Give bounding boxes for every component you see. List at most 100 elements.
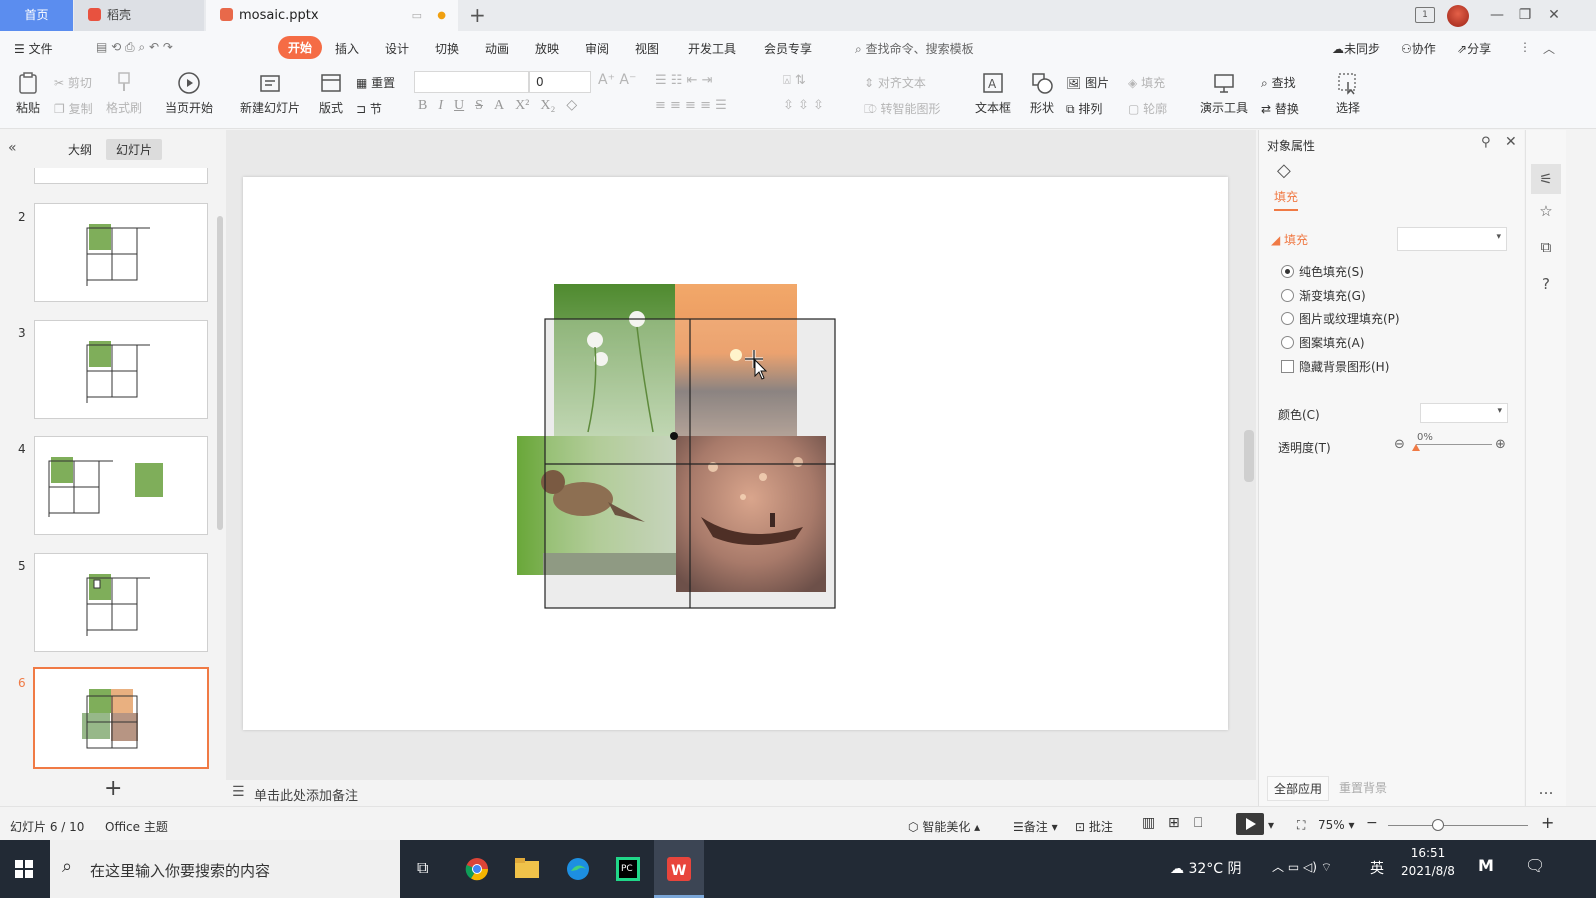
smartart-button[interactable]: ⎄ 转智能图形 (864, 100, 941, 117)
windows-start-icon[interactable] (15, 860, 33, 878)
reset-background-button[interactable]: 重置背景 (1333, 776, 1393, 799)
sync-button[interactable]: ☁未同步 (1332, 40, 1380, 57)
menu-transition[interactable]: 切换 (435, 40, 459, 57)
layout-button[interactable]: 版式 (313, 71, 349, 116)
avatar[interactable] (1447, 5, 1469, 27)
picture-button[interactable]: 🖼 图片 (1066, 74, 1109, 91)
more-dots-icon[interactable]: … (1537, 780, 1555, 798)
menu-start[interactable]: 开始 (278, 36, 323, 59)
picture-fill-option[interactable]: 图片或纹理填充(P) (1281, 310, 1400, 327)
fill-tab-icon[interactable]: ◇ (1277, 160, 1291, 181)
pin-icon[interactable]: ⚲ (1481, 135, 1491, 150)
format-painter-button[interactable]: 格式刷 (104, 71, 144, 116)
view-normal-icon[interactable]: ▥ (1142, 815, 1155, 831)
eraser-icon[interactable]: ◇ (566, 97, 577, 114)
color-picker[interactable]: ▾ (1420, 403, 1508, 423)
transparency-slider-thumb[interactable] (1412, 444, 1420, 451)
clock-date[interactable]: 2021/8/8 (1396, 864, 1460, 878)
ime-indicator[interactable]: 英 (1370, 858, 1384, 878)
share-button[interactable]: ⇗分享 (1457, 40, 1491, 57)
transparency-slider[interactable] (1416, 444, 1492, 445)
fill-button[interactable]: ◈ 填充 (1128, 74, 1165, 91)
menu-slideshow[interactable]: 放映 (535, 40, 559, 57)
slide-thumbnail-5[interactable] (34, 553, 208, 652)
strikethrough-icon[interactable]: S (475, 98, 483, 114)
gradient-fill-option[interactable]: 渐变填充(G) (1281, 287, 1366, 304)
paste-button[interactable]: 粘贴 (10, 71, 46, 116)
transition-icon[interactable]: ⧉ (1537, 238, 1555, 256)
thumbnail-scrollbar[interactable] (217, 216, 223, 530)
collapse-ribbon-icon[interactable]: ︿ (1543, 40, 1555, 57)
slide-thumbnail-4[interactable] (34, 436, 208, 535)
mosaic-composition[interactable] (243, 177, 1228, 730)
fill-type-select[interactable]: ▾ (1397, 227, 1507, 251)
command-search[interactable]: ⌕ 查找命令、搜索模板 (855, 40, 974, 57)
notes-bar[interactable]: ☰ 单击此处添加备注 (226, 780, 1256, 806)
new-slide-button[interactable]: 新建幻灯片 (234, 71, 306, 116)
view-reading-icon[interactable]: ⎕ (1194, 815, 1202, 831)
pycharm-icon[interactable]: PC (603, 840, 653, 898)
transparency-minus-icon[interactable]: ⊖ (1394, 437, 1405, 452)
arrange-button[interactable]: ⧉ 排列 (1066, 100, 1102, 117)
comment-button[interactable]: ⊡ 批注 (1075, 818, 1113, 835)
textbox-button[interactable]: A 文本框 (970, 71, 1016, 116)
daoke-tab[interactable]: 稻壳 (74, 0, 204, 31)
slide-thumbnail-3[interactable] (34, 320, 208, 419)
play-from-current-button[interactable]: 当页开始 (159, 71, 219, 116)
beautify-button[interactable]: ⬡ 智能美化 ▴ (908, 818, 980, 835)
slide-canvas[interactable] (226, 130, 1256, 780)
bold-icon[interactable]: B (418, 98, 427, 114)
menu-design[interactable]: 设计 (385, 40, 409, 57)
paragraph-align-icons[interactable]: ≡ ≡ ≡ ≡ ☰ (655, 98, 727, 113)
edge-icon[interactable] (553, 840, 603, 898)
current-slide[interactable] (243, 177, 1228, 730)
slide-thumbnail-6[interactable] (33, 667, 209, 769)
wps-icon[interactable]: W (654, 840, 704, 898)
menu-member[interactable]: 会员专享 (764, 40, 812, 57)
menu-review[interactable]: 审阅 (585, 40, 609, 57)
home-tab[interactable]: 首页 (0, 0, 73, 31)
solid-fill-option[interactable]: 纯色填充(S) (1281, 263, 1364, 280)
menu-animation[interactable]: 动画 (485, 40, 509, 57)
weather-widget[interactable]: ☁ 32°C 阴 (1170, 858, 1242, 878)
slide-thumbnail-1-partial[interactable] (34, 168, 208, 184)
panel-title[interactable]: 对象属性 (1267, 137, 1315, 154)
more-icon[interactable]: ⋮ (1519, 40, 1531, 54)
file-menu[interactable]: ☰ 文件 (14, 40, 53, 57)
hide-background-option[interactable]: 隐藏背景图形(H) (1281, 358, 1389, 375)
maximize-icon[interactable]: ❐ (1511, 0, 1539, 31)
add-slide-button[interactable]: + (104, 776, 122, 801)
underline-icon[interactable]: U (454, 98, 464, 114)
transparency-plus-icon[interactable]: ⊕ (1495, 437, 1506, 452)
align-text-button[interactable]: ⇕ 对齐文本 (864, 74, 926, 91)
text-direction-icons[interactable]: ⍓ ⇅ (783, 73, 806, 88)
close-icon[interactable]: ✕ (1540, 0, 1568, 31)
view-sorter-icon[interactable]: ⊞ (1168, 815, 1180, 831)
collapse-panel-icon[interactable]: « (8, 140, 17, 156)
pattern-fill-option[interactable]: 图案填充(A) (1281, 334, 1365, 351)
help-icon[interactable]: ? (1537, 275, 1555, 293)
zoom-in-icon[interactable]: + (1541, 813, 1554, 832)
replace-button[interactable]: ⇄ 替换 (1261, 100, 1299, 117)
italic-icon[interactable]: I (438, 98, 443, 114)
clock-time[interactable]: 16:51 (1396, 846, 1460, 860)
new-tab-button[interactable]: + (469, 3, 486, 27)
tab-slides[interactable]: 幻灯片 (106, 139, 163, 160)
quick-access-toolbar[interactable]: ▤ ⟲ ⎙ ⌕ ↶ ↷ (96, 40, 173, 55)
find-button[interactable]: ⌕ 查找 (1261, 74, 1296, 91)
minimize-icon[interactable]: — (1483, 0, 1511, 31)
font-size-select[interactable]: 0 (529, 71, 591, 93)
tab-outline[interactable]: 大纲 (58, 139, 102, 160)
play-options-icon[interactable]: ▾ (1268, 818, 1274, 832)
tray-icons[interactable]: ︿ ▭ ◁) ⌔ (1272, 858, 1332, 875)
font-color-icon[interactable]: A (494, 98, 504, 114)
zoom-slider[interactable] (1388, 825, 1528, 826)
app-tray-icon[interactable]: M (1478, 856, 1494, 875)
panel-close-icon[interactable]: ✕ (1505, 134, 1517, 150)
notes-toggle[interactable]: ☰备注 ▾ (1013, 818, 1058, 835)
document-tab[interactable]: mosaic.pptx ▭ ● (206, 0, 458, 31)
shape-button[interactable]: 形状 (1024, 71, 1060, 116)
fill-section-header[interactable]: ◢ 填充 (1271, 231, 1308, 248)
present-tools-button[interactable]: 演示工具 (1195, 71, 1253, 116)
font-family-select[interactable] (414, 71, 529, 93)
